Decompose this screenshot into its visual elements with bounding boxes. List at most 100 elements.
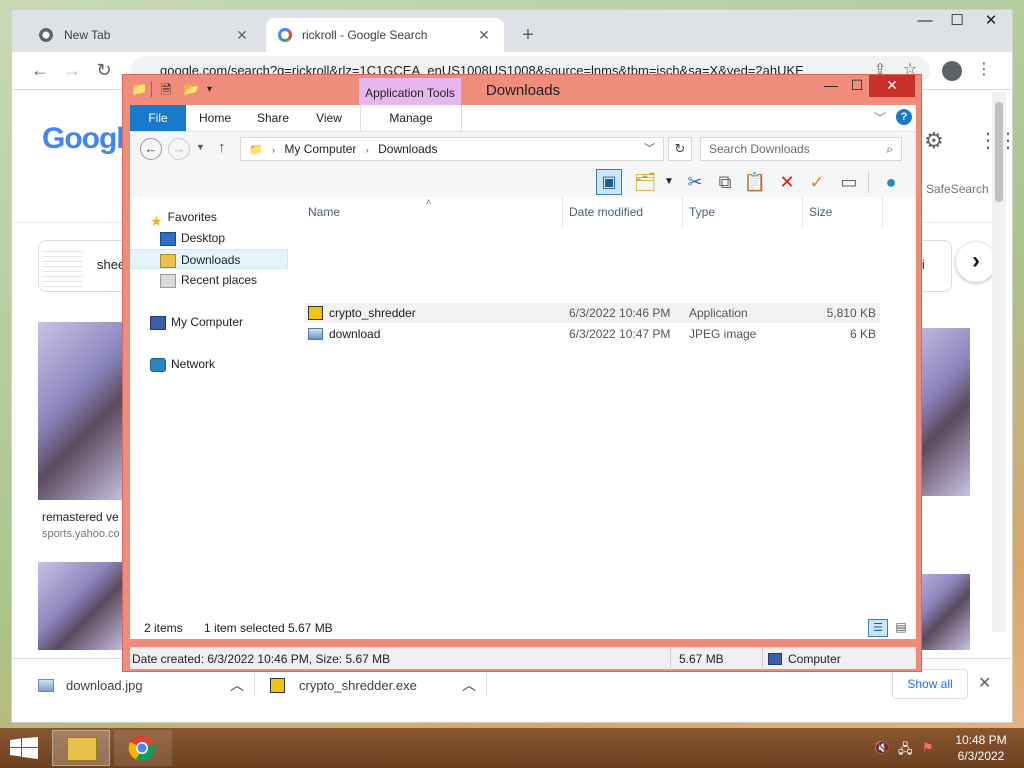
action-center-icon[interactable]: ⚑ [922, 740, 934, 756]
status-item-count: 2 items [144, 621, 183, 635]
column-separator[interactable] [882, 197, 883, 227]
column-size[interactable]: Size [809, 201, 832, 223]
column-separator[interactable] [562, 197, 563, 227]
nav-my-computer[interactable]: My Computer [130, 312, 290, 332]
taskbar-clock[interactable]: 10:48 PM 6/3/2022 [944, 732, 1018, 764]
column-separator[interactable] [682, 197, 683, 227]
divider [254, 673, 255, 697]
network-icon [150, 357, 166, 372]
image-result[interactable] [38, 562, 126, 650]
safesearch-label[interactable]: SafeSearch [926, 182, 989, 196]
volume-muted-icon[interactable]: 🔇 [874, 740, 890, 756]
nav-network[interactable]: Network [130, 354, 290, 374]
chrome-icon [128, 735, 155, 761]
search-icon[interactable]: ⌕ [886, 138, 893, 160]
chevron-down-icon[interactable]: ﹀ [874, 109, 886, 126]
tab-strip: New Tab ✕ rickroll - Google Search ✕ + —… [12, 10, 1012, 52]
download-item[interactable]: download.jpg ︿ [38, 669, 244, 701]
chevron-down-icon[interactable]: ▼ [656, 169, 682, 195]
nav-favorites[interactable]: ★ Favorites [130, 207, 290, 229]
google-logo[interactable]: Googl [42, 122, 125, 156]
file-row[interactable]: download 6/3/2022 10:47 PM JPEG image 6 … [304, 324, 880, 344]
details-location: Computer [788, 652, 841, 666]
rename-checkmark-icon[interactable]: ✓ [804, 169, 830, 195]
image-result[interactable] [38, 322, 126, 500]
cut-icon[interactable]: ✂ [682, 169, 708, 195]
minimize-button[interactable]: — [910, 10, 940, 34]
globe-icon[interactable]: ● [878, 169, 904, 195]
nav-downloads[interactable]: Downloads [130, 249, 288, 269]
tab-manage[interactable]: Manage [360, 105, 462, 131]
column-date-modified[interactable]: Date modified [569, 201, 643, 223]
image-file-icon [38, 678, 54, 692]
result-source: sports.yahoo.co [42, 528, 120, 540]
new-tab-button[interactable]: + [514, 24, 542, 48]
nav-desktop[interactable]: Desktop [130, 228, 290, 248]
tab-home[interactable]: Home [190, 105, 240, 131]
column-type[interactable]: Type [689, 201, 715, 223]
profile-avatar[interactable] [940, 59, 964, 83]
breadcrumb-root[interactable]: My Computer [284, 142, 356, 156]
tab-view[interactable]: View [304, 105, 354, 131]
recent-locations-icon[interactable]: ▼ [196, 142, 205, 152]
details-view-icon[interactable]: ☰ [868, 619, 888, 637]
delete-icon[interactable]: ✕ [774, 169, 800, 195]
search-placeholder: Search Downloads [709, 142, 810, 156]
file-row[interactable]: crypto_shredder 6/3/2022 10:46 PM Applic… [304, 303, 880, 323]
tab-google-search[interactable]: rickroll - Google Search ✕ [266, 18, 504, 52]
reload-button[interactable]: ↻ [92, 59, 116, 83]
up-arrow-icon[interactable]: ↑ [218, 139, 226, 156]
file-type: Application [689, 306, 748, 320]
column-name[interactable]: Name [308, 201, 340, 223]
maximize-button[interactable]: ☐ [942, 10, 972, 34]
refresh-icon[interactable]: ↻ [668, 137, 692, 161]
explorer-titlebar[interactable]: 📁 🗎 📂 ▾ Downloads Application Tools — ☐ … [123, 75, 923, 110]
close-button[interactable]: ✕ [869, 75, 915, 97]
nav-recent-places[interactable]: Recent places [130, 270, 290, 290]
download-filename: crypto_shredder.exe [299, 677, 417, 693]
star-icon: ★ [150, 212, 163, 229]
paste-icon[interactable]: 📋 [742, 169, 768, 195]
tab-share[interactable]: Share [248, 105, 298, 131]
column-separator[interactable] [802, 197, 803, 227]
page-scrollbar[interactable] [992, 92, 1006, 632]
start-windows-icon[interactable] [10, 737, 38, 759]
chevron-right-icon[interactable]: › [956, 242, 996, 282]
tab-file[interactable]: File [130, 105, 186, 131]
forward-button[interactable]: → [60, 59, 84, 83]
preview-pane-icon[interactable]: ▣ [596, 169, 622, 195]
status-selection-size: 5.67 MB [288, 621, 333, 635]
search-downloads-input[interactable]: Search Downloads ⌕ [700, 137, 902, 161]
close-tab-icon[interactable]: ✕ [476, 27, 492, 44]
close-button[interactable]: ✕ [976, 10, 1006, 34]
taskbar-chrome[interactable] [114, 730, 172, 766]
ribbon-tabs: File Home Share View Manage ﹀ ? [130, 105, 916, 131]
close-tab-icon[interactable]: ✕ [234, 27, 250, 44]
back-button[interactable]: ← [140, 138, 162, 160]
properties-icon[interactable]: 🗂 [632, 169, 658, 195]
scrollbar-thumb[interactable] [995, 102, 1003, 202]
copy-icon[interactable]: ⧉ [712, 169, 738, 195]
tab-new-tab[interactable]: New Tab ✕ [26, 18, 262, 52]
show-all-button[interactable]: Show all [892, 669, 968, 699]
large-icons-view-icon[interactable]: ▤ [892, 619, 910, 637]
command-toolbar: ▣ 🗂 ▼ ✂ ⧉ 📋 ✕ ✓ ▭ ● [130, 167, 916, 197]
breadcrumb-current[interactable]: Downloads [378, 142, 437, 156]
select-icon[interactable]: ▭ [836, 169, 862, 195]
chevron-up-icon[interactable]: ︿ [230, 675, 244, 695]
back-button[interactable]: ← [28, 59, 52, 83]
gear-icon[interactable]: ⚙ [924, 128, 944, 154]
forward-button[interactable]: → [168, 138, 190, 160]
address-box[interactable]: 📁 › My Computer › Downloads ﹀ [240, 137, 664, 161]
help-icon[interactable]: ? [896, 109, 912, 125]
taskbar-file-explorer[interactable] [52, 730, 110, 766]
nav-label: Favorites [167, 210, 217, 224]
network-status-icon[interactable]: 🖧 [898, 740, 913, 762]
address-dropdown-icon[interactable]: ﹀ [644, 138, 655, 160]
related-chip[interactable]: shee [38, 240, 128, 292]
chevron-up-icon[interactable]: ︿ [462, 675, 476, 695]
menu-kebab-icon[interactable]: ⋮ [972, 59, 996, 83]
result-title[interactable]: remastered ve [42, 510, 119, 524]
close-download-shelf-icon[interactable]: ✕ [978, 673, 991, 693]
download-item[interactable]: crypto_shredder.exe ︿ [270, 669, 476, 701]
